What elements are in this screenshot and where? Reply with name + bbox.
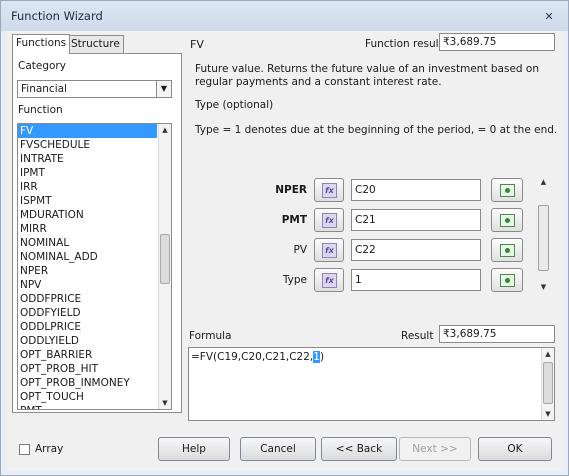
argument-input-nper[interactable]: C20 (351, 179, 481, 201)
function-wizard-icon: fx (322, 183, 337, 198)
function-description: Future value. Returns the future value o… (195, 63, 540, 88)
title-bar: Function Wizard ✕ (1, 1, 568, 31)
function-list-item[interactable]: OPT_PROB_INMONEY (18, 376, 171, 390)
chevron-down-icon[interactable]: ▼ (156, 81, 171, 97)
function-list-item[interactable]: ODDLPRICE (18, 320, 171, 334)
shrink-button-type[interactable] (491, 268, 523, 292)
function-list-item[interactable]: IRR (18, 180, 171, 194)
function-list-item[interactable]: OPT_TOUCH (18, 390, 171, 404)
scroll-down-icon[interactable]: ▼ (159, 397, 171, 409)
formula-selection: 1 (313, 351, 320, 363)
argument-label-nper: NPER (275, 184, 307, 196)
function-result-value: ₹3,689.75 (439, 33, 555, 51)
scrollbar-thumb[interactable] (543, 362, 553, 404)
dialog-body: Functions Structure Category Function Fi… (7, 31, 564, 471)
function-list-item[interactable]: PMT (18, 404, 171, 409)
function-list-item[interactable]: OPT_PROB_HIT (18, 362, 171, 376)
function-name: FV (190, 38, 204, 51)
array-label: Array (35, 443, 64, 455)
function-wizard-button-nper[interactable]: fx (314, 178, 344, 202)
function-wizard-icon: fx (322, 273, 337, 288)
function-wizard-button-pmt[interactable]: fx (314, 208, 344, 232)
function-wizard-button-pv[interactable]: fx (314, 238, 344, 262)
function-list-item[interactable]: ODDLYIELD (18, 334, 171, 348)
function-list-scrollbar[interactable]: ▲ ▼ (158, 124, 171, 409)
parameter-name: Type (optional) (195, 99, 274, 111)
result-value: ₹3,689.75 (439, 325, 555, 343)
shrink-icon (500, 274, 515, 287)
shrink-button-pmt[interactable] (491, 208, 523, 232)
category-label: Category (18, 60, 66, 72)
formula-text[interactable]: =FV(C19,C20,C21,C22,1) (191, 351, 324, 363)
function-list-item[interactable]: FV (18, 124, 157, 138)
function-list-item[interactable]: MDURATION (18, 208, 171, 222)
shrink-icon (500, 244, 515, 257)
function-list-item[interactable]: OPT_BARRIER (18, 348, 171, 362)
tab-structure[interactable]: Structure (67, 35, 124, 53)
function-wizard-dialog: Function Wizard ✕ Functions Structure Ca… (0, 0, 569, 476)
formula-label: Formula (189, 330, 232, 342)
shrink-button-pv[interactable] (491, 238, 523, 262)
back-button[interactable]: << Back (321, 437, 397, 461)
function-list-item[interactable]: ODDFYIELD (18, 306, 171, 320)
scrollbar-thumb[interactable] (160, 234, 170, 284)
formula-editor[interactable]: =FV(C19,C20,C21,C22,1) ▲ ▼ (188, 347, 555, 421)
scroll-up-icon[interactable]: ▲ (537, 178, 550, 186)
help-button[interactable]: Help (158, 437, 230, 461)
argument-label-pv: PV (293, 244, 307, 256)
category-value: Financial (21, 83, 67, 95)
function-wizard-button-type[interactable]: fx (314, 268, 344, 292)
argument-label-pmt: PMT (281, 214, 307, 226)
function-result-label: Function result (365, 38, 443, 50)
window-title: Function Wizard (11, 9, 103, 23)
function-list-item[interactable]: NOMINAL_ADD (18, 250, 171, 264)
category-select[interactable]: Financial ▼ (17, 80, 172, 98)
scrollbar-thumb[interactable] (538, 205, 549, 271)
function-list-item[interactable]: ISPMT (18, 194, 171, 208)
scroll-up-icon[interactable]: ▲ (542, 350, 554, 358)
argument-input-pv[interactable]: C22 (351, 239, 481, 261)
cancel-button[interactable]: Cancel (240, 437, 316, 461)
formula-scrollbar[interactable]: ▲ ▼ (541, 348, 554, 420)
parameter-description: Type = 1 denotes due at the beginning of… (195, 124, 558, 136)
next-button[interactable]: Next >> (399, 437, 471, 461)
result-label: Result (401, 330, 434, 342)
close-icon[interactable]: ✕ (538, 9, 560, 25)
function-wizard-icon: fx (322, 243, 337, 258)
function-list[interactable]: FV FVSCHEDULE INTRATE IPMT IRR ISPMT MDURATION… (17, 123, 172, 410)
scroll-down-icon[interactable]: ▼ (542, 410, 554, 418)
function-list-label: Function (18, 104, 63, 116)
function-list-item[interactable]: NOMINAL (18, 236, 171, 250)
shrink-icon (500, 214, 515, 227)
ok-button[interactable]: OK (478, 437, 552, 461)
argument-input-pmt[interactable]: C21 (351, 209, 481, 231)
argument-input-type[interactable]: 1 (351, 269, 481, 291)
function-list-item[interactable]: IPMT (18, 166, 171, 180)
function-list-item[interactable]: ODDFPRICE (18, 292, 171, 306)
function-list-item[interactable]: FVSCHEDULE (18, 138, 171, 152)
shrink-button-nper[interactable] (491, 178, 523, 202)
function-list-item[interactable]: NPV (18, 278, 171, 292)
scroll-down-icon[interactable]: ▼ (537, 283, 550, 291)
function-wizard-icon: fx (322, 213, 337, 228)
array-checkbox[interactable] (19, 444, 30, 455)
scroll-up-icon[interactable]: ▲ (159, 124, 171, 136)
tab-functions[interactable]: Functions (12, 34, 71, 54)
argument-label-type: Type (282, 274, 307, 286)
arguments-scrollbar[interactable]: ▲ ▼ (537, 178, 550, 291)
shrink-icon (500, 184, 515, 197)
function-list-item[interactable]: INTRATE (18, 152, 171, 166)
function-list-item[interactable]: MIRR (18, 222, 171, 236)
function-list-item[interactable]: NPER (18, 264, 171, 278)
